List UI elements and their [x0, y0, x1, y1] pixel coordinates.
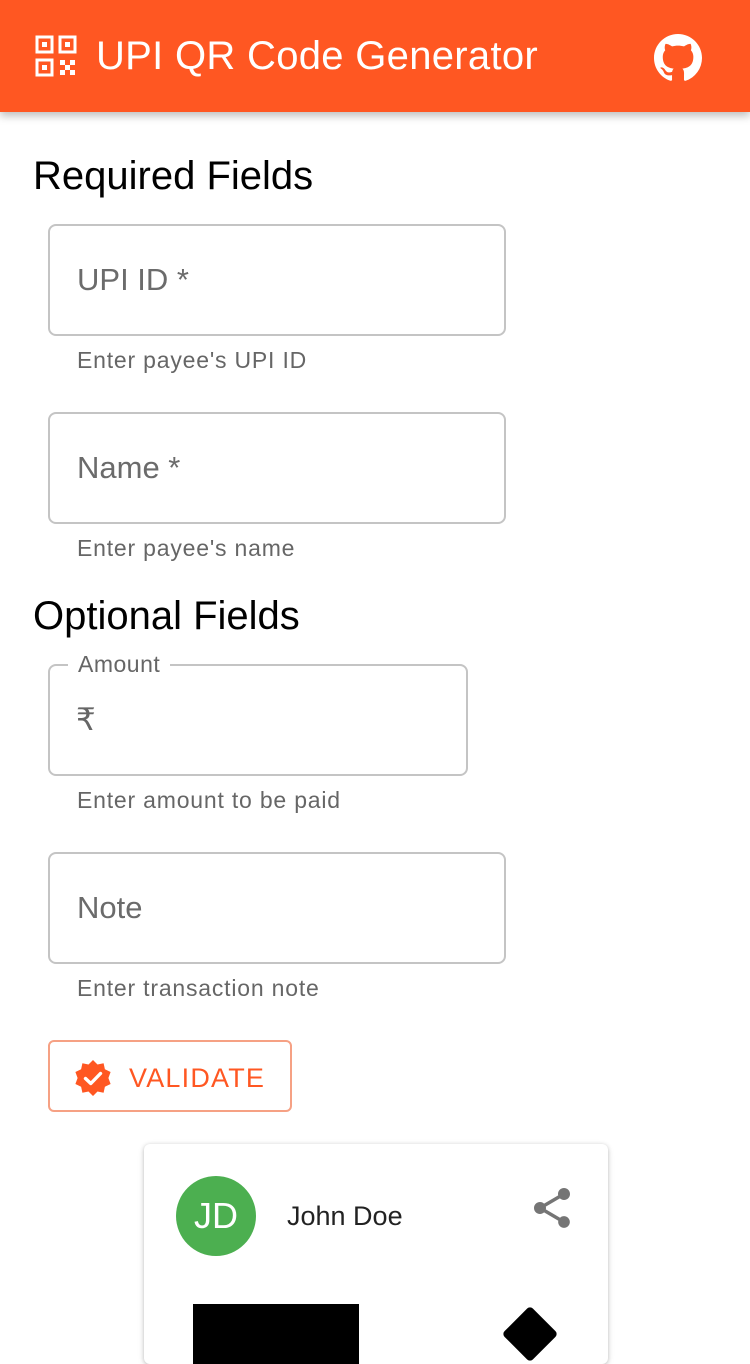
- amount-field[interactable]: Amount ₹: [48, 649, 468, 776]
- validate-label: VALIDATE: [129, 1063, 266, 1093]
- avatar: JD: [176, 1176, 256, 1256]
- qr-code-scanner-icon: [35, 35, 77, 77]
- payee-card: JD John Doe: [144, 1144, 608, 1364]
- optional-fields-heading: Optional Fields: [33, 594, 300, 638]
- note-placeholder: Note: [77, 890, 143, 925]
- qr-code-fragment: [193, 1304, 359, 1364]
- amount-label: Amount: [68, 649, 171, 679]
- share-icon[interactable]: [528, 1184, 576, 1232]
- note-field[interactable]: Note: [48, 852, 506, 964]
- app-bar: UPI QR Code Generator: [0, 0, 750, 112]
- upi-id-helper: Enter payee's UPI ID: [77, 347, 308, 373]
- upi-id-placeholder: UPI ID *: [77, 262, 189, 297]
- validate-button[interactable]: VALIDATE: [48, 1040, 292, 1112]
- app-title: UPI QR Code Generator: [96, 34, 539, 78]
- upi-id-field[interactable]: UPI ID *: [48, 224, 506, 336]
- amount-helper: Enter amount to be paid: [77, 787, 341, 813]
- payee-name: John Doe: [287, 1201, 403, 1231]
- required-fields-heading: Required Fields: [33, 154, 314, 198]
- name-placeholder: Name *: [77, 450, 181, 485]
- name-helper: Enter payee's name: [77, 535, 296, 561]
- note-helper: Enter transaction note: [77, 975, 320, 1001]
- name-field[interactable]: Name *: [48, 412, 506, 524]
- verified-badge-icon: [75, 1060, 111, 1096]
- rupee-prefix: ₹: [76, 702, 96, 738]
- github-icon[interactable]: [654, 34, 702, 82]
- qr-code-logo-fragment: [501, 1305, 559, 1363]
